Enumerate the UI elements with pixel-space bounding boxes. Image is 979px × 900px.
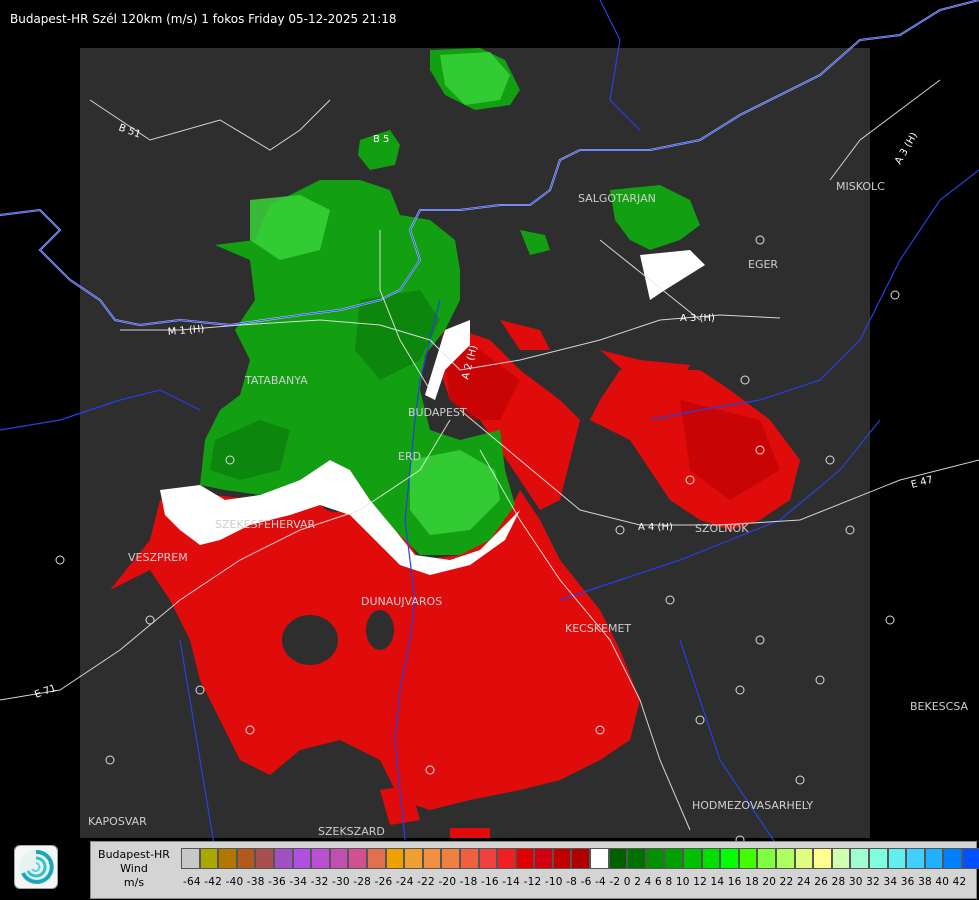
city-label: DUNAUJVAROS [361, 595, 442, 608]
legend-tick-labels: -64 -42 -40 -38 -36 -34 -32 -30 -28 -26 … [183, 876, 967, 888]
legend-swatch [292, 848, 312, 869]
legend-swatch [813, 848, 832, 869]
city-label: KAPOSVAR [88, 815, 147, 828]
legend-swatch [701, 848, 721, 869]
legend-swatch [794, 848, 814, 869]
legend-swatch [645, 848, 665, 869]
city-label: KECSKEMET [565, 622, 631, 635]
legend-swatch [422, 848, 442, 869]
legend-swatch [199, 848, 219, 869]
legend-swatch [738, 848, 758, 869]
legend-title-product: Wind [120, 862, 148, 875]
legend-swatch [515, 848, 535, 869]
city-label: HODMEZOVASARHELY [692, 799, 813, 812]
legend-swatch [218, 848, 237, 869]
map-title: Budapest-HR Szél 120km (m/s) 1 fokos Fri… [10, 12, 397, 26]
city-label: SALGOTARJAN [578, 192, 656, 205]
city-label: BUDAPEST [408, 406, 467, 419]
legend-swatch [627, 848, 646, 869]
legend-swatch [571, 848, 591, 869]
city-label: MISKOLC [836, 180, 885, 193]
legend-swatch [776, 848, 795, 869]
legend-swatch [273, 848, 293, 869]
legend-swatch [608, 848, 628, 869]
city-label: SZOLNOK [695, 522, 749, 535]
city-label: BEKESCSA [910, 700, 969, 713]
legend-swatch [664, 848, 684, 869]
city-label: SZEKESFEHERVAR [215, 518, 316, 531]
legend-swatch [385, 848, 405, 869]
legend-title: Budapest-HR Wind m/s [91, 848, 177, 890]
legend-swatch [311, 848, 330, 869]
road-label: A 3 (H) [680, 313, 715, 324]
legend-title-unit: m/s [123, 876, 145, 889]
legend-swatch [720, 848, 739, 869]
city-label: ERD [398, 450, 421, 463]
legend-swatch [441, 848, 460, 869]
legend-swatch [552, 848, 572, 869]
legend-swatch [348, 848, 367, 869]
legend-swatch [366, 848, 386, 869]
legend-swatch [534, 848, 553, 869]
color-legend: Budapest-HR Wind m/s -64 -42 -40 -38 -36… [90, 841, 979, 899]
legend-swatch [924, 848, 944, 869]
road-label: A 3 (H) [893, 131, 920, 167]
legend-swatches [181, 848, 979, 869]
city-label: TATABANYA [244, 374, 308, 387]
weather-service-logo [14, 845, 58, 889]
legend-swatch [757, 848, 776, 869]
legend-swatch [329, 848, 349, 869]
city-label: EGER [748, 258, 778, 271]
road-label: E 71 [33, 683, 58, 701]
legend-swatch [943, 848, 962, 869]
legend-swatch [236, 848, 256, 869]
legend-swatch [683, 848, 702, 869]
legend-swatch [887, 848, 907, 869]
legend-swatch [459, 848, 479, 869]
legend-swatch [497, 848, 516, 869]
legend-swatch [590, 848, 609, 869]
legend-swatch [478, 848, 498, 869]
legend-swatch [868, 848, 888, 869]
legend-swatch [850, 848, 869, 869]
swirl-logo-icon [19, 849, 54, 884]
legend-swatch [255, 848, 274, 869]
legend-swatch [906, 848, 925, 869]
radar-map: SALGOTARJAN MISKOLC EGER TATABANYA BUDAP… [0, 0, 979, 881]
road-label: B 5 [373, 134, 389, 145]
legend-title-radar: Budapest-HR [98, 848, 170, 861]
city-label: VESZPREM [128, 551, 188, 564]
legend-swatch [831, 848, 851, 869]
legend-swatch [961, 848, 979, 869]
city-label: SZEKSZARD [318, 825, 385, 838]
road-label: A 4 (H) [638, 522, 673, 533]
legend-swatch [181, 848, 200, 869]
legend-swatch [404, 848, 423, 869]
